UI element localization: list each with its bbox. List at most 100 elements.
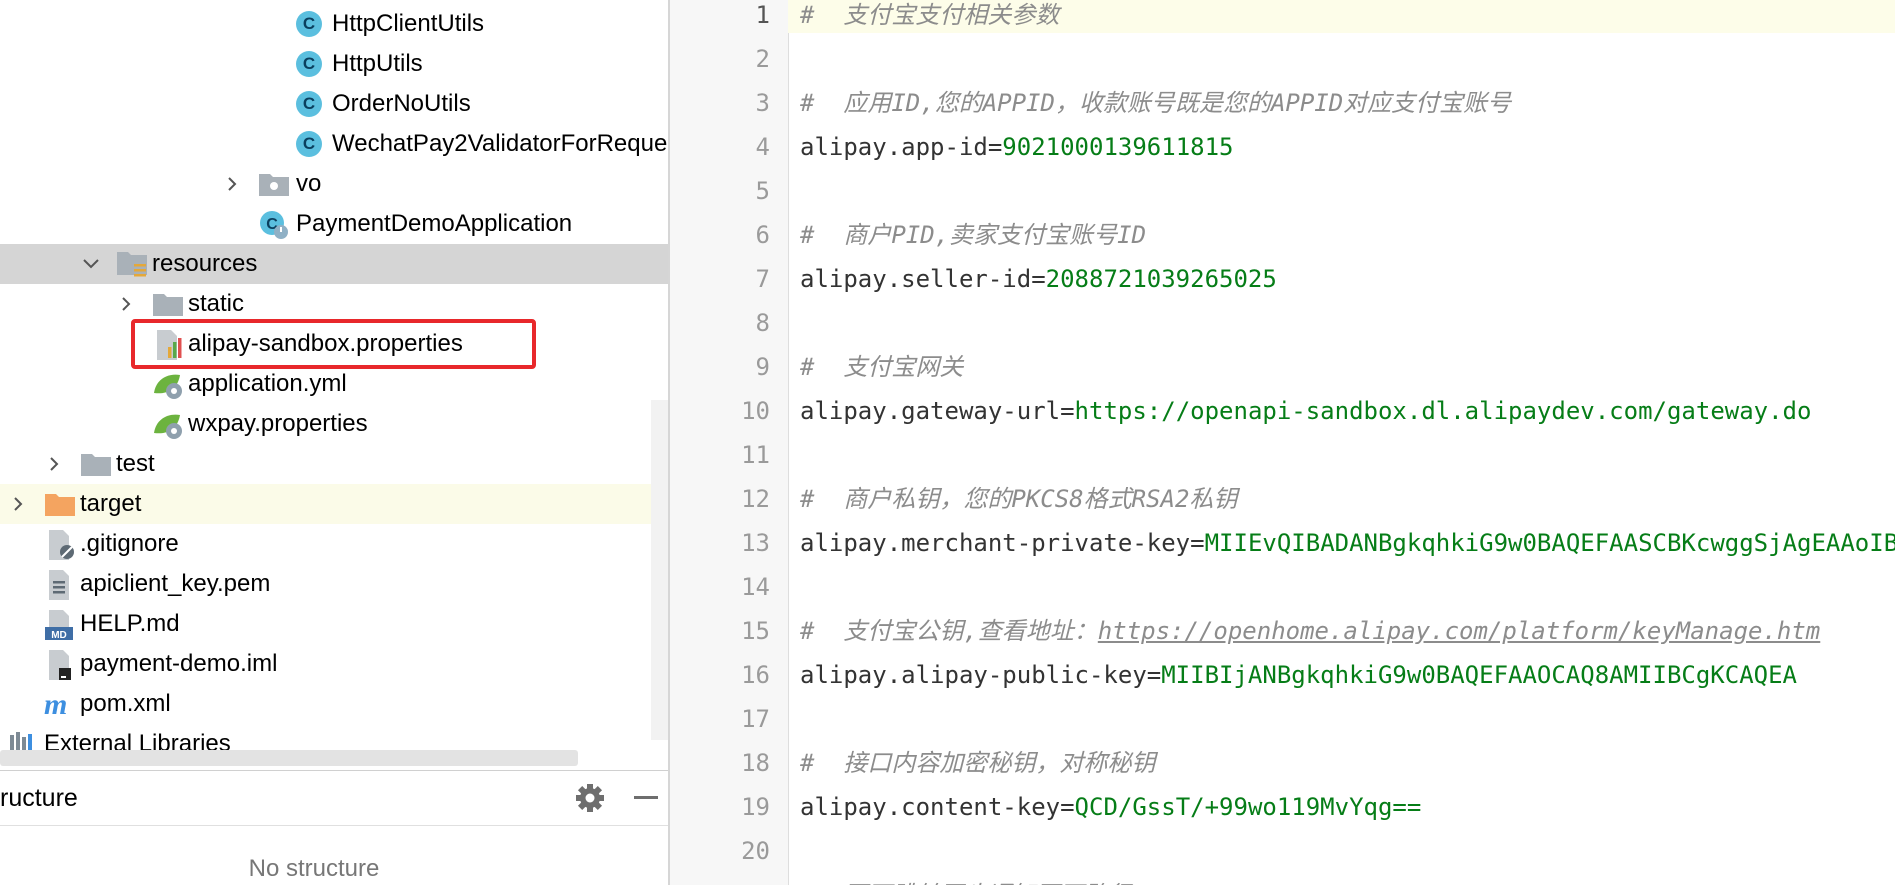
line-number: 1	[755, 1, 770, 29]
tree-horizontal-scrollbar[interactable]	[0, 750, 578, 766]
tree-item-test[interactable]: test	[0, 444, 668, 484]
maven-icon: m	[42, 687, 72, 719]
tree-vertical-scrollbar[interactable]	[651, 400, 668, 740]
code-line[interactable]: # 应用ID,您的APPID，收款账号既是您的APPID对应支付宝账号	[800, 81, 1511, 125]
line-number: 15	[741, 617, 770, 645]
folder-icon	[80, 450, 111, 480]
tree-item-wxpay-properties[interactable]: wxpay.properties	[0, 404, 668, 444]
line-number-gutter: 123456789101112131415161718192021	[670, 0, 789, 885]
package-folder-icon	[258, 170, 289, 200]
equals-sign: =	[1060, 793, 1075, 821]
tree-item-paymentdemoapplication[interactable]: C PaymentDemoApplication	[0, 204, 668, 244]
tree-item-httputils[interactable]: C HttpUtils	[0, 44, 668, 84]
property-value: MIIEvQIBADANBgkqhkiG9w0BAQEFAASCBKcwggSj…	[1204, 529, 1895, 557]
code-line[interactable]: # 接口内容加密秘钥，对称秘钥	[800, 741, 1155, 785]
project-panel: C HttpClientUtils C HttpUtils C OrderNoU…	[0, 0, 668, 885]
property-value: 2088721039265025	[1045, 265, 1277, 293]
equals-sign: =	[1190, 529, 1205, 557]
line-number: 6	[755, 221, 770, 249]
chevron-right-icon[interactable]	[10, 496, 26, 512]
line-number: 3	[755, 89, 770, 117]
svg-text:MD: MD	[51, 630, 67, 641]
line-number: 14	[741, 573, 770, 601]
java-class-icon: C	[294, 49, 324, 79]
tree-item-static[interactable]: static	[0, 284, 668, 324]
code-comment: # 应用ID,您的APPID，收款账号既是您的APPID对应支付宝账号	[800, 89, 1512, 117]
tree-item-application-yml[interactable]: application.yml	[0, 364, 668, 404]
line-number: 21	[670, 873, 770, 885]
code-line[interactable]: alipay.app-id=9021000139611815	[800, 125, 1233, 169]
iml-file-icon	[46, 649, 76, 680]
tree-item-ordernoutils[interactable]: C OrderNoUtils	[0, 84, 668, 124]
equals-sign: =	[1146, 661, 1162, 689]
gear-icon[interactable]	[573, 781, 607, 815]
chevron-right-icon[interactable]	[118, 296, 134, 312]
svg-text:m: m	[44, 688, 67, 719]
tree-item-label: OrderNoUtils	[332, 90, 471, 117]
equals-sign: =	[1060, 397, 1075, 425]
line-number: 20	[741, 837, 770, 865]
comment-url-link[interactable]: https://openhome.alipay.com/platform/key…	[1098, 617, 1820, 645]
structure-panel-header: ructure	[0, 771, 668, 826]
tree-item-gitignore[interactable]: .gitignore	[0, 524, 668, 564]
equals-sign: =	[987, 133, 1003, 161]
tree-item-payment-demo-iml[interactable]: payment-demo.iml	[0, 644, 668, 684]
tree-item-label: HttpUtils	[332, 50, 423, 77]
equals-sign: =	[1031, 265, 1046, 293]
java-class-icon: C	[294, 9, 324, 39]
property-value: 9021000139611815	[1002, 133, 1234, 161]
java-class-icon: C	[294, 89, 324, 119]
code-line[interactable]: # 页面跳转同步通知页面路径	[800, 873, 1131, 885]
chevron-right-icon[interactable]	[46, 456, 62, 472]
minimize-icon[interactable]	[628, 781, 662, 815]
line-number: 19	[741, 793, 770, 821]
code-comment: # 支付宝公钥,查看地址：	[800, 617, 1098, 645]
line-number: 9	[755, 353, 770, 381]
code-line[interactable]: alipay.seller-id=2088721039265025	[800, 257, 1277, 301]
property-key: alipay.content-key	[800, 793, 1061, 821]
tree-item-help-md[interactable]: MD HELP.md	[0, 604, 668, 644]
code-line[interactable]: alipay.content-key=QCD/GssT/+99wo119MvYq…	[800, 785, 1421, 829]
line-number: 5	[755, 177, 770, 205]
chevron-down-icon[interactable]	[82, 256, 99, 272]
line-number: 8	[755, 309, 770, 337]
code-comment: # 支付宝支付相关参数	[800, 1, 1060, 29]
spring-config-icon	[152, 369, 182, 399]
code-comment: # 商户私钥，您的PKCS8格式RSA2私钥	[800, 485, 1238, 513]
code-editor[interactable]: 123456789101112131415161718192021 # 支付宝支…	[668, 0, 1895, 885]
code-line[interactable]: # 商户私钥，您的PKCS8格式RSA2私钥	[800, 477, 1237, 521]
tree-item-resources[interactable]: resources	[0, 244, 668, 284]
code-line[interactable]: alipay.merchant-private-key=MIIEvQIBADAN…	[800, 521, 1895, 565]
tree-item-vo[interactable]: vo	[0, 164, 668, 204]
code-line[interactable]: # 支付宝公钥,查看地址：https://openhome.alipay.com…	[800, 609, 1820, 653]
tree-item-label: resources	[152, 250, 258, 277]
tree-item-pom-xml[interactable]: m pom.xml	[0, 684, 668, 724]
chevron-right-icon[interactable]	[224, 176, 240, 192]
tree-item-label: wxpay.properties	[188, 410, 368, 437]
code-line[interactable]: # 商户PID,卖家支付宝账号ID	[800, 213, 1146, 257]
excluded-folder-icon	[44, 490, 75, 520]
tree-item-httpclientutils[interactable]: C HttpClientUtils	[0, 4, 668, 44]
code-line[interactable]: # 支付宝支付相关参数	[800, 0, 1059, 37]
structure-panel: ructure No structure	[0, 770, 668, 885]
text-file-icon	[46, 569, 76, 600]
line-number: 4	[755, 133, 770, 161]
code-line[interactable]: alipay.gateway-url=https://openapi-sandb…	[800, 389, 1811, 433]
code-line[interactable]: alipay.alipay-public-key=MIIBIjANBgkqhki…	[800, 653, 1797, 697]
code-comment: # 页面跳转同步通知页面路径	[800, 881, 1131, 885]
tree-item-apiclient-key-pem[interactable]: apiclient_key.pem	[0, 564, 668, 604]
tree-item-label: test	[116, 450, 155, 477]
property-value: https://openapi-sandbox.dl.alipaydev.com…	[1074, 397, 1812, 425]
tree-item-wechatpay2validator[interactable]: C WechatPay2ValidatorForRequest	[0, 124, 668, 164]
java-class-icon: C	[294, 129, 324, 159]
line-number: 2	[755, 45, 770, 73]
code-comment: # 商户PID,卖家支付宝账号ID	[800, 221, 1147, 249]
code-line[interactable]: # 支付宝网关	[800, 345, 963, 389]
spring-boot-class-icon: C	[258, 209, 288, 239]
code-comment: # 支付宝网关	[800, 353, 964, 381]
tree-item-target[interactable]: target	[0, 484, 668, 524]
tree-item-label: .gitignore	[80, 530, 179, 557]
project-tree: C HttpClientUtils C HttpUtils C OrderNoU…	[0, 0, 668, 770]
property-key: alipay.merchant-private-key	[800, 529, 1191, 557]
gitignore-file-icon	[46, 529, 76, 560]
